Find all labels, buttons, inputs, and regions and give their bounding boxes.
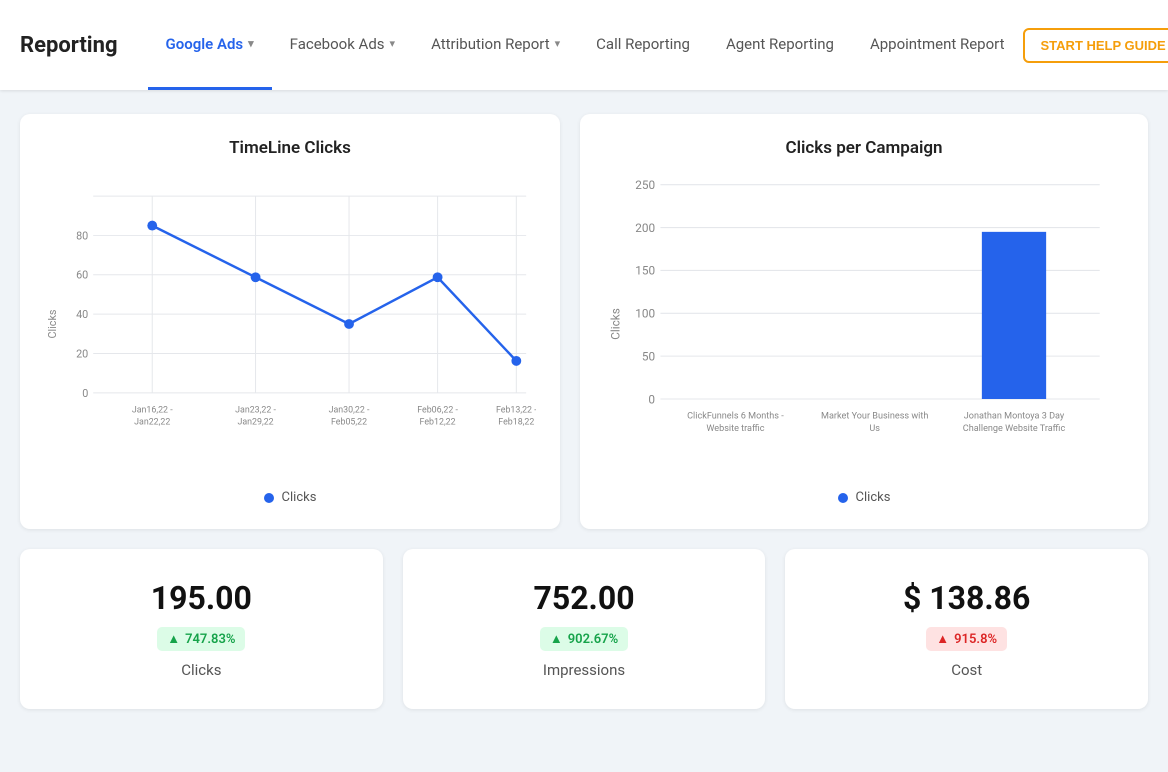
svg-text:Jonathan Montoya 3 Day: Jonathan Montoya 3 Day	[964, 411, 1065, 421]
legend-dot-campaign	[838, 493, 848, 503]
svg-text:Clicks: Clicks	[609, 308, 623, 340]
timeline-chart-svg: Clicks 0 20 40 60 80	[44, 174, 536, 474]
impressions-value: 752.00	[533, 579, 634, 617]
tab-appointment-report-label: Appointment Report	[870, 35, 1005, 53]
campaign-chart-legend: Clicks	[604, 490, 1124, 505]
clicks-value: 195.00	[151, 579, 252, 617]
legend-dot	[264, 493, 274, 503]
tab-agent-reporting[interactable]: Agent Reporting	[708, 0, 852, 90]
timeline-chart-area: Clicks 0 20 40 60 80	[44, 174, 536, 478]
campaign-chart-svg: Clicks 0 50 100 150 200 250	[604, 174, 1124, 474]
svg-text:0: 0	[82, 387, 88, 400]
main-content: TimeLine Clicks Clicks 0 20 40 60	[0, 90, 1168, 733]
app-title: Reporting	[20, 33, 118, 58]
cost-value: $ 138.86	[903, 579, 1030, 617]
campaign-chart-area: Clicks 0 50 100 150 200 250	[604, 174, 1124, 478]
impressions-label: Impressions	[543, 661, 625, 679]
svg-text:Jan23,22 -: Jan23,22 -	[235, 406, 276, 416]
timeline-chart-card: TimeLine Clicks Clicks 0 20 40 60	[20, 114, 560, 529]
svg-text:250: 250	[635, 178, 655, 192]
svg-text:Feb13,22 -: Feb13,22 -	[496, 406, 536, 416]
cost-badge: ▲ 915.8%	[926, 627, 1007, 651]
svg-text:50: 50	[642, 349, 655, 363]
campaign-chart-card: Clicks per Campaign Clicks 0 50	[580, 114, 1148, 529]
impressions-badge-value: 902.67%	[568, 632, 618, 647]
clicks-badge: ▲ 747.83%	[157, 627, 245, 651]
svg-text:Website traffic: Website traffic	[706, 424, 764, 434]
impressions-badge: ▲ 902.67%	[540, 627, 628, 651]
svg-text:200: 200	[635, 221, 655, 235]
tab-google-ads[interactable]: Google Ads ▾	[148, 0, 272, 90]
tab-call-reporting[interactable]: Call Reporting	[578, 0, 708, 90]
svg-text:Feb06,22 -: Feb06,22 -	[417, 406, 458, 416]
timeline-chart-title: TimeLine Clicks	[44, 138, 536, 158]
stats-row: 195.00 ▲ 747.83% Clicks 752.00 ▲ 902.67%…	[20, 549, 1148, 709]
up-arrow-icon: ▲	[167, 631, 180, 647]
cost-badge-value: 915.8%	[954, 632, 997, 647]
svg-text:Market Your Business with: Market Your Business with	[821, 411, 928, 421]
stat-card-clicks: 195.00 ▲ 747.83% Clicks	[20, 549, 383, 709]
svg-text:20: 20	[76, 347, 88, 360]
tab-attribution-report[interactable]: Attribution Report ▾	[413, 0, 578, 90]
up-arrow-icon: ▲	[550, 631, 563, 647]
campaign-chart-title: Clicks per Campaign	[604, 138, 1124, 158]
tab-facebook-ads[interactable]: Facebook Ads ▾	[272, 0, 413, 90]
svg-text:Feb18,22: Feb18,22	[498, 417, 534, 427]
svg-text:40: 40	[76, 308, 88, 321]
chevron-down-icon: ▾	[390, 37, 396, 50]
tab-google-ads-label: Google Ads	[166, 35, 244, 53]
svg-text:80: 80	[76, 229, 88, 242]
charts-row: TimeLine Clicks Clicks 0 20 40 60	[20, 114, 1148, 529]
header-actions: START HELP GUIDE	[1023, 25, 1168, 65]
chevron-down-icon: ▾	[248, 37, 254, 50]
svg-text:150: 150	[635, 264, 655, 278]
clicks-label: Clicks	[181, 661, 221, 679]
tab-agent-reporting-label: Agent Reporting	[726, 35, 834, 53]
up-arrow-icon: ▲	[936, 631, 949, 647]
header: Reporting Google Ads ▾ Facebook Ads ▾ At…	[0, 0, 1168, 90]
svg-text:60: 60	[76, 269, 88, 282]
svg-text:Jan22,22: Jan22,22	[134, 417, 170, 427]
chevron-down-icon: ▾	[555, 37, 561, 50]
svg-text:Feb05,22: Feb05,22	[331, 417, 367, 427]
tab-call-reporting-label: Call Reporting	[596, 35, 690, 53]
svg-text:Jan30,22 -: Jan30,22 -	[329, 406, 370, 416]
svg-text:Jan29,22: Jan29,22	[237, 417, 273, 427]
tab-facebook-ads-label: Facebook Ads	[290, 35, 385, 53]
svg-text:Challenge Website Traffic: Challenge Website Traffic	[963, 424, 1066, 434]
svg-text:Clicks: Clicks	[46, 309, 59, 338]
svg-text:Us: Us	[869, 424, 880, 434]
campaign-legend-label: Clicks	[856, 490, 891, 505]
help-guide-button[interactable]: START HELP GUIDE	[1023, 28, 1168, 63]
timeline-legend-label: Clicks	[282, 490, 317, 505]
clicks-badge-value: 747.83%	[185, 632, 235, 647]
nav-tabs: Google Ads ▾ Facebook Ads ▾ Attribution …	[148, 0, 1023, 90]
svg-text:100: 100	[635, 307, 655, 321]
svg-text:ClickFunnels 6 Months -: ClickFunnels 6 Months -	[687, 411, 784, 421]
tab-attribution-report-label: Attribution Report	[431, 35, 550, 53]
svg-text:Jan16,22 -: Jan16,22 -	[132, 406, 173, 416]
svg-text:Feb12,22: Feb12,22	[420, 417, 456, 427]
timeline-chart-legend: Clicks	[44, 490, 536, 505]
stat-card-cost: $ 138.86 ▲ 915.8% Cost	[785, 549, 1148, 709]
svg-text:0: 0	[648, 392, 655, 406]
stat-card-impressions: 752.00 ▲ 902.67% Impressions	[403, 549, 766, 709]
tab-appointment-report[interactable]: Appointment Report	[852, 0, 1023, 90]
cost-label: Cost	[951, 661, 982, 679]
